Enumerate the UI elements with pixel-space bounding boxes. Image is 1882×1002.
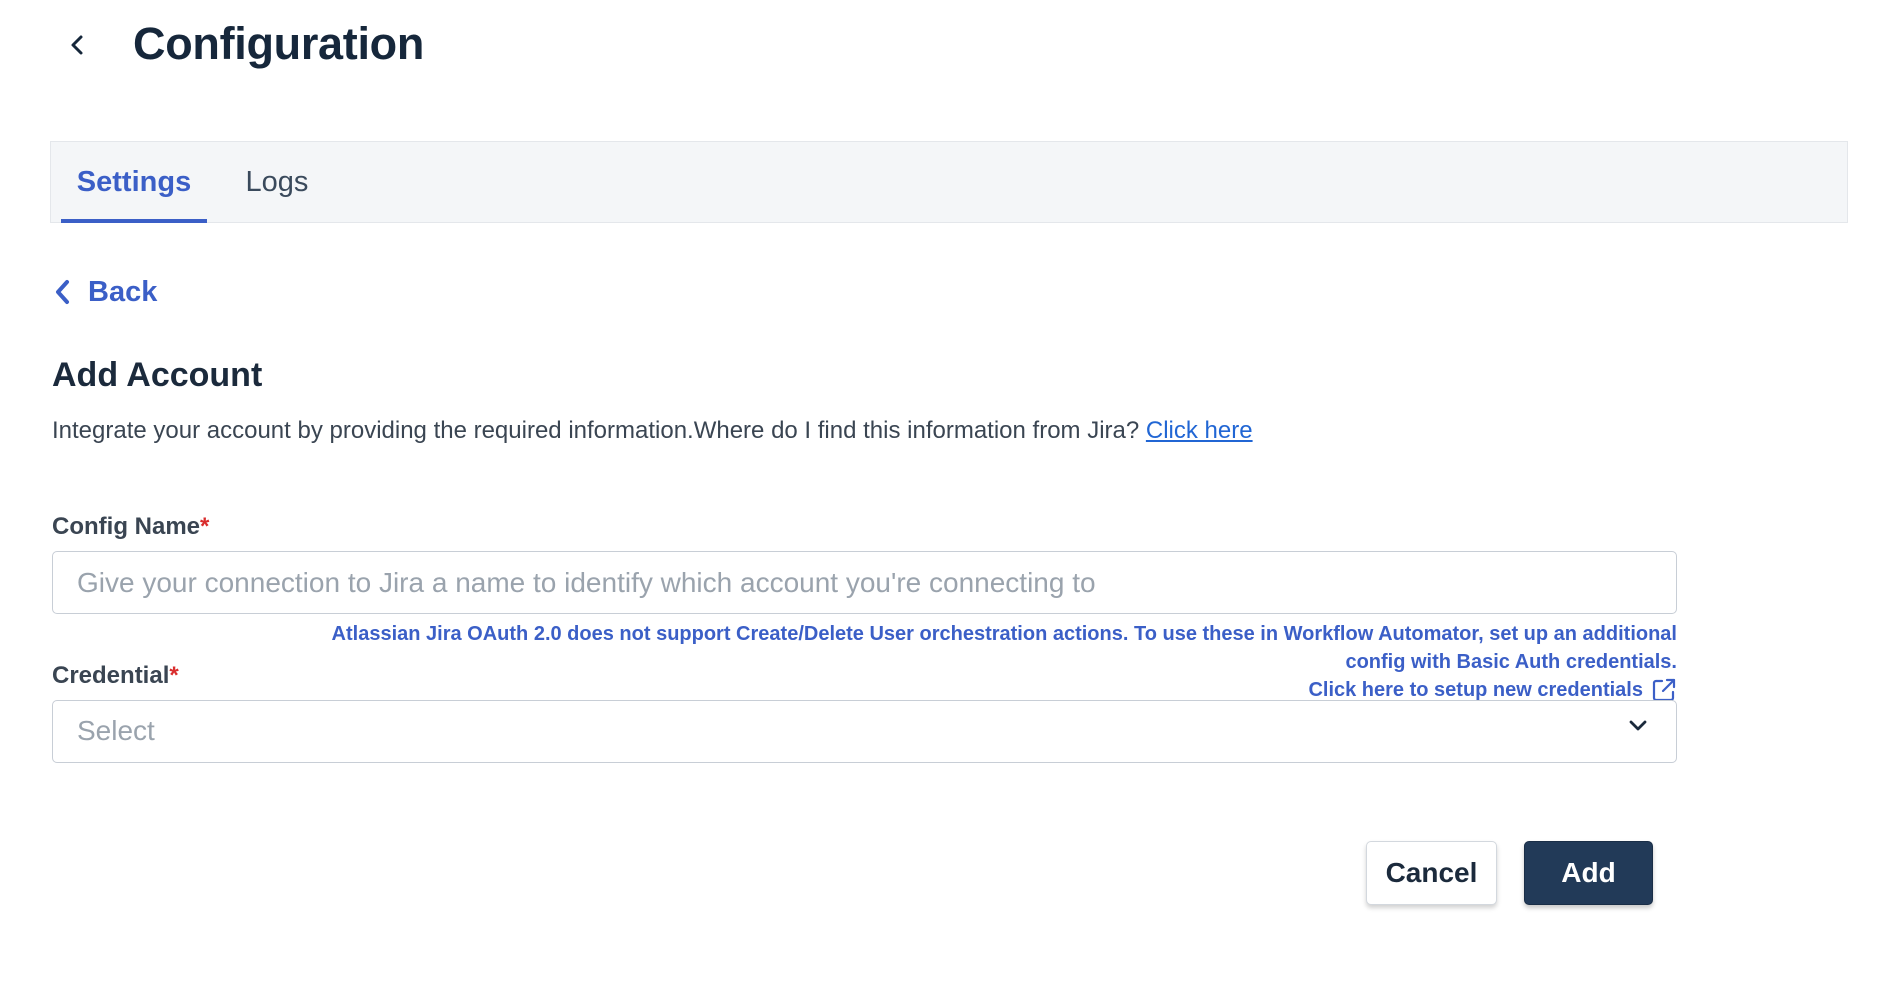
oauth-note-line1: Atlassian Jira OAuth 2.0 does not suppor… bbox=[331, 623, 1677, 645]
oauth-note: Atlassian Jira OAuth 2.0 does not suppor… bbox=[177, 620, 1677, 704]
oauth-note-line2: config with Basic Auth credentials. bbox=[1345, 651, 1677, 673]
back-link-label: Back bbox=[88, 275, 158, 308]
chevron-left-icon bbox=[56, 280, 69, 304]
config-name-label-text: Config Name bbox=[52, 513, 201, 540]
credential-select-placeholder: Select bbox=[77, 715, 155, 746]
help-link[interactable]: Click here bbox=[1146, 417, 1253, 444]
section-title: Add Account bbox=[52, 356, 263, 394]
add-button[interactable]: Add bbox=[1524, 841, 1653, 905]
required-mark: * bbox=[200, 513, 210, 540]
required-mark: * bbox=[169, 662, 179, 689]
tab-bar: Settings Logs bbox=[50, 141, 1848, 223]
chevron-left-icon[interactable] bbox=[62, 30, 92, 60]
page-title: Configuration bbox=[133, 18, 425, 69]
cancel-button[interactable]: Cancel bbox=[1366, 841, 1497, 905]
chevron-down-icon bbox=[1629, 720, 1647, 731]
credential-label-text: Credential bbox=[52, 662, 170, 689]
config-name-input[interactable] bbox=[52, 551, 1677, 614]
description-text: Integrate your account by providing the … bbox=[52, 417, 1146, 444]
tab-logs[interactable]: Logs bbox=[237, 142, 317, 223]
tab-settings[interactable]: Settings bbox=[61, 142, 207, 223]
credential-label: Credential* bbox=[52, 662, 179, 690]
back-link[interactable]: Back bbox=[52, 272, 157, 312]
page-header: Configuration bbox=[0, 0, 1882, 100]
config-name-label: Config Name* bbox=[52, 513, 209, 541]
section-description: Integrate your account by providing the … bbox=[52, 417, 1253, 445]
credential-select[interactable]: Select bbox=[52, 700, 1677, 763]
